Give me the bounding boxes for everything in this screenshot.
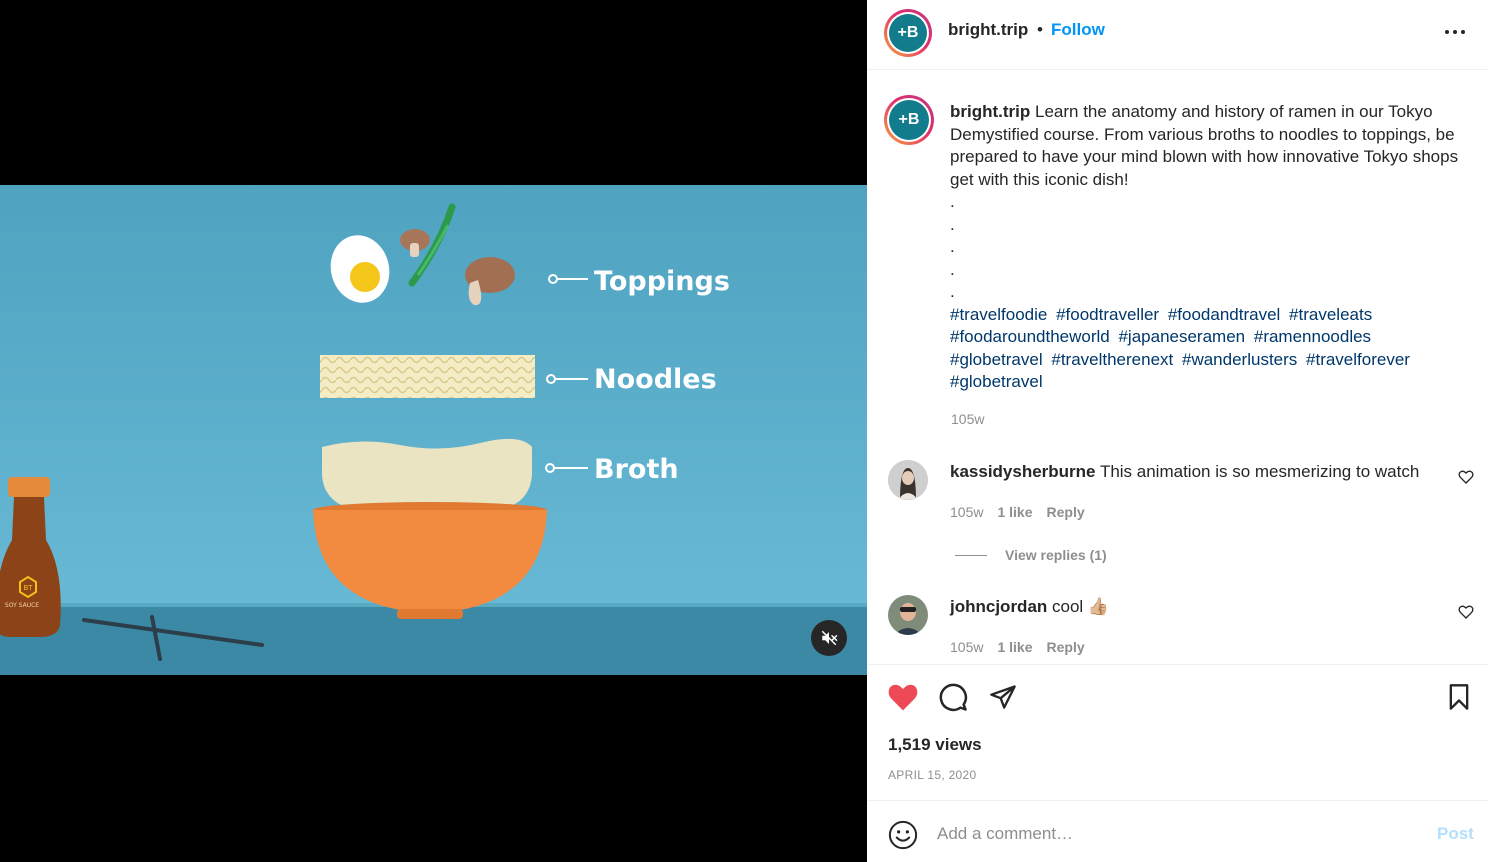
post-side-panel: +B bright.trip • Follow +B bright.trip L… bbox=[867, 0, 1488, 862]
hashtag-link[interactable]: #foodandtravel bbox=[1168, 305, 1280, 324]
video-player[interactable]: Toppings Noodles Broth BT SOY SAUCE bbox=[0, 185, 867, 675]
comment-body: kassidysherburne This animation is so me… bbox=[950, 462, 1419, 482]
brand-logo-icon: +B bbox=[898, 111, 920, 128]
reply-button[interactable]: Reply bbox=[1047, 504, 1085, 520]
like-comment-heart-icon[interactable] bbox=[1458, 469, 1474, 485]
hashtag-link[interactable]: #ramennoodles bbox=[1254, 327, 1371, 346]
comment-text: This animation is so mesmerizing to watc… bbox=[1099, 462, 1420, 481]
view-replies-button[interactable]: View replies (1) bbox=[955, 547, 1107, 563]
comment-meta: 105w 1 like Reply bbox=[950, 639, 1085, 655]
share-paper-plane-icon[interactable] bbox=[988, 683, 1018, 711]
view-count[interactable]: 1,519 views bbox=[888, 735, 982, 755]
comment-username[interactable]: johncjordan bbox=[950, 597, 1047, 616]
post-date[interactable]: APRIL 15, 2020 bbox=[888, 768, 976, 782]
svg-text:SOY SAUCE: SOY SAUCE bbox=[5, 602, 39, 609]
brand-logo-icon: +B bbox=[897, 24, 919, 41]
hashtag-link[interactable]: #globetravel bbox=[950, 350, 1043, 369]
hashtag-link[interactable]: #wanderlusters bbox=[1182, 350, 1297, 369]
comment-like-count[interactable]: 1 like bbox=[997, 504, 1032, 520]
like-comment-heart-icon[interactable] bbox=[1458, 604, 1474, 620]
hashtag-link[interactable]: #foodtraveller bbox=[1056, 305, 1159, 324]
commenter-avatar[interactable] bbox=[888, 595, 928, 635]
comment-meta: 105w 1 like Reply bbox=[950, 504, 1085, 520]
comments-scroll-area[interactable]: +B bright.trip Learn the anatomy and his… bbox=[867, 71, 1488, 664]
hashtag-link[interactable]: #globetravel bbox=[950, 372, 1043, 391]
caption-hashtags: #travelfoodie #foodtraveller #foodandtra… bbox=[950, 304, 1430, 394]
media-pane: Toppings Noodles Broth BT SOY SAUCE bbox=[0, 0, 867, 862]
separator-dot: • bbox=[1037, 20, 1043, 39]
ramen-animation-frame: Toppings Noodles Broth BT SOY SAUCE bbox=[0, 185, 867, 675]
comment-timestamp[interactable]: 105w bbox=[950, 504, 983, 520]
hashtag-link[interactable]: #foodaroundtheworld bbox=[950, 327, 1110, 346]
emoji-smiley-icon[interactable] bbox=[888, 820, 918, 850]
comment-text: cool 👍🏼 bbox=[1052, 597, 1110, 616]
post-comment-button[interactable]: Post bbox=[1437, 824, 1474, 844]
hashtag-link[interactable]: #japaneseramen bbox=[1118, 327, 1245, 346]
muted-speaker-icon bbox=[821, 630, 838, 646]
hashtag-link[interactable]: #travelforever bbox=[1306, 350, 1410, 369]
author-avatar[interactable]: +B bbox=[884, 9, 932, 57]
add-comment-input[interactable] bbox=[937, 819, 1407, 849]
caption-timestamp[interactable]: 105w bbox=[951, 411, 984, 427]
person-photo-icon bbox=[888, 595, 928, 635]
author-username[interactable]: bright.trip bbox=[948, 20, 1028, 40]
add-comment-bar: Post bbox=[867, 800, 1488, 862]
caption-username[interactable]: bright.trip bbox=[950, 102, 1030, 121]
hashtag-link[interactable]: #traveleats bbox=[1289, 305, 1372, 324]
comment-bubble-icon[interactable] bbox=[938, 682, 968, 712]
noodle-block bbox=[320, 355, 535, 398]
reply-button[interactable]: Reply bbox=[1047, 639, 1085, 655]
caption-dots: . . . . . bbox=[950, 192, 955, 301]
comment-like-count[interactable]: 1 like bbox=[997, 639, 1032, 655]
caption-author-avatar[interactable]: +B bbox=[884, 95, 934, 145]
commenter-avatar[interactable] bbox=[888, 460, 928, 500]
hashtag-link[interactable]: #traveltherenext bbox=[1051, 350, 1173, 369]
label-toppings: Toppings bbox=[594, 266, 730, 297]
label-noodles: Noodles bbox=[594, 364, 717, 395]
label-broth: Broth bbox=[594, 454, 679, 485]
save-bookmark-icon[interactable] bbox=[1446, 683, 1472, 711]
post-header: +B bright.trip • Follow bbox=[867, 0, 1488, 70]
person-photo-icon bbox=[888, 460, 928, 500]
more-horizontal-icon[interactable] bbox=[1443, 22, 1467, 42]
comment-timestamp[interactable]: 105w bbox=[950, 639, 983, 655]
liked-heart-icon[interactable] bbox=[887, 682, 919, 712]
svg-text:BT: BT bbox=[23, 584, 33, 592]
broth-layer bbox=[322, 438, 532, 511]
post-caption: bright.trip Learn the anatomy and histor… bbox=[950, 101, 1475, 394]
comment-body: johncjordan cool 👍🏼 bbox=[950, 597, 1109, 617]
post-actions: 1,519 views APRIL 15, 2020 bbox=[867, 664, 1488, 800]
mute-toggle-button[interactable] bbox=[811, 620, 847, 656]
comment-username[interactable]: kassidysherburne bbox=[950, 462, 1096, 481]
follow-button[interactable]: Follow bbox=[1051, 20, 1105, 40]
hashtag-link[interactable]: #travelfoodie bbox=[950, 305, 1047, 324]
